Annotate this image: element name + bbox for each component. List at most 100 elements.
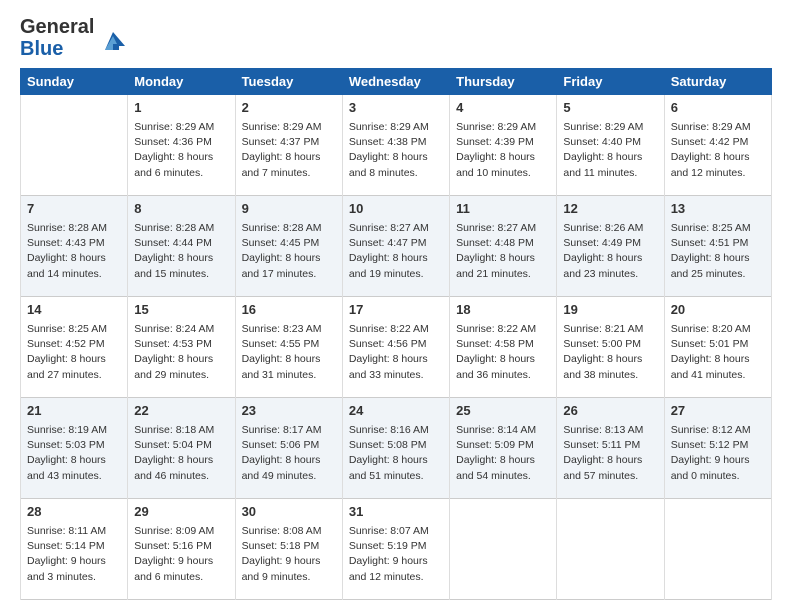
cell-sunrise: Sunrise: 8:20 AM [671, 322, 765, 337]
cell-day-number: 3 [349, 99, 443, 118]
cell-sunrise: Sunrise: 8:23 AM [242, 322, 336, 337]
calendar-cell: 28Sunrise: 8:11 AMSunset: 5:14 PMDayligh… [21, 499, 128, 600]
cell-day-number: 27 [671, 402, 765, 421]
cell-sunrise: Sunrise: 8:28 AM [134, 221, 228, 236]
cell-day-number: 13 [671, 200, 765, 219]
calendar-row: 21Sunrise: 8:19 AMSunset: 5:03 PMDayligh… [21, 398, 772, 499]
cell-day-number: 11 [456, 200, 550, 219]
calendar-cell: 19Sunrise: 8:21 AMSunset: 5:00 PMDayligh… [557, 297, 664, 398]
cell-daylight: Daylight: 8 hours and 51 minutes. [349, 453, 443, 483]
cell-sunrise: Sunrise: 8:27 AM [456, 221, 550, 236]
cell-day-number: 10 [349, 200, 443, 219]
cell-sunrise: Sunrise: 8:29 AM [671, 120, 765, 135]
cell-sunrise: Sunrise: 8:09 AM [134, 524, 228, 539]
cell-daylight: Daylight: 8 hours and 17 minutes. [242, 251, 336, 281]
calendar-cell: 24 Sunrise: 8:16 AMSunset: 5:08 PMDayligh… [342, 398, 449, 499]
cell-sunrise: Sunrise: 8:18 AM [134, 423, 228, 438]
cell-day-number: 12 [563, 200, 657, 219]
cell-sunrise: Sunrise: 8:27 AM [349, 221, 443, 236]
cell-day-number: 6 [671, 99, 765, 118]
calendar-cell: 3Sunrise: 8:29 AMSunset: 4:38 PMDaylight… [342, 95, 449, 196]
cell-day-number: 16 [242, 301, 336, 320]
cell-daylight: Daylight: 9 hours and 9 minutes. [242, 554, 336, 584]
cell-daylight: Daylight: 8 hours and 12 minutes. [671, 150, 765, 180]
calendar-cell: 9Sunrise: 8:28 AMSunset: 4:45 PMDaylight… [235, 196, 342, 297]
cell-day-number: 22 [134, 402, 228, 421]
col-thursday: Thursday [450, 69, 557, 95]
cell-sunrise: Sunrise: 8:22 AM [456, 322, 550, 337]
cell-daylight: Daylight: 8 hours and 6 minutes. [134, 150, 228, 180]
cell-sunset: Sunset: 4:49 PM [563, 236, 657, 251]
cell-sunset: Sunset: 4:53 PM [134, 337, 228, 352]
cell-daylight: Daylight: 8 hours and 19 minutes. [349, 251, 443, 281]
cell-day-number: 24 [349, 402, 443, 421]
cell-daylight: Daylight: 8 hours and 46 minutes. [134, 453, 228, 483]
cell-daylight: Daylight: 9 hours and 12 minutes. [349, 554, 443, 584]
calendar-cell: 2Sunrise: 8:29 AMSunset: 4:37 PMDaylight… [235, 95, 342, 196]
cell-sunset: Sunset: 4:51 PM [671, 236, 765, 251]
cell-sunrise: Sunrise: 8:29 AM [563, 120, 657, 135]
calendar-page: General Blue Sunday Monday Tuesday Wedne… [0, 0, 792, 612]
calendar-cell: 22Sunrise: 8:18 AMSunset: 5:04 PMDayligh… [128, 398, 235, 499]
logo-line1: General [20, 16, 94, 38]
calendar-cell: 7Sunrise: 8:28 AMSunset: 4:43 PMDaylight… [21, 196, 128, 297]
cell-sunrise: Sunrise: 8:16 AM [349, 423, 443, 438]
cell-sunrise: Sunrise: 8:14 AM [456, 423, 550, 438]
cell-sunrise: Sunrise: 8:24 AM [134, 322, 228, 337]
cell-daylight: Daylight: 8 hours and 21 minutes. [456, 251, 550, 281]
cell-day-number: 2 [242, 99, 336, 118]
cell-daylight: Daylight: 9 hours and 6 minutes. [134, 554, 228, 584]
cell-sunrise: Sunrise: 8:28 AM [27, 221, 121, 236]
cell-day-number: 5 [563, 99, 657, 118]
calendar-cell: 20Sunrise: 8:20 AMSunset: 5:01 PMDayligh… [664, 297, 771, 398]
cell-sunrise: Sunrise: 8:12 AM [671, 423, 765, 438]
cell-sunset: Sunset: 4:48 PM [456, 236, 550, 251]
calendar-cell: 17Sunrise: 8:22 AMSunset: 4:56 PMDayligh… [342, 297, 449, 398]
cell-sunrise: Sunrise: 8:29 AM [456, 120, 550, 135]
cell-sunset: Sunset: 4:44 PM [134, 236, 228, 251]
cell-sunset: Sunset: 5:09 PM [456, 438, 550, 453]
cell-day-number: 14 [27, 301, 121, 320]
cell-day-number: 23 [242, 402, 336, 421]
cell-day-number: 19 [563, 301, 657, 320]
logo-line2: Blue [20, 38, 94, 60]
cell-daylight: Daylight: 9 hours and 3 minutes. [27, 554, 121, 584]
cell-sunset: Sunset: 5:01 PM [671, 337, 765, 352]
cell-sunrise: Sunrise: 8:13 AM [563, 423, 657, 438]
cell-sunset: Sunset: 5:03 PM [27, 438, 121, 453]
cell-day-number: 7 [27, 200, 121, 219]
calendar-cell: 21Sunrise: 8:19 AMSunset: 5:03 PMDayligh… [21, 398, 128, 499]
calendar-cell: 12Sunrise: 8:26 AMSunset: 4:49 PMDayligh… [557, 196, 664, 297]
calendar-row: 7Sunrise: 8:28 AMSunset: 4:43 PMDaylight… [21, 196, 772, 297]
cell-daylight: Daylight: 8 hours and 33 minutes. [349, 352, 443, 382]
calendar-cell: 18Sunrise: 8:22 AMSunset: 4:58 PMDayligh… [450, 297, 557, 398]
calendar-cell: 16Sunrise: 8:23 AMSunset: 4:55 PMDayligh… [235, 297, 342, 398]
calendar-cell [664, 499, 771, 600]
col-tuesday: Tuesday [235, 69, 342, 95]
cell-sunset: Sunset: 5:18 PM [242, 539, 336, 554]
cell-sunset: Sunset: 4:45 PM [242, 236, 336, 251]
cell-day-number: 30 [242, 503, 336, 522]
cell-sunset: Sunset: 5:14 PM [27, 539, 121, 554]
calendar-cell: 13Sunrise: 8:25 AMSunset: 4:51 PMDayligh… [664, 196, 771, 297]
cell-sunset: Sunset: 4:40 PM [563, 135, 657, 150]
cell-sunset: Sunset: 4:56 PM [349, 337, 443, 352]
cell-sunrise: Sunrise: 8:11 AM [27, 524, 121, 539]
col-monday: Monday [128, 69, 235, 95]
cell-day-number: 8 [134, 200, 228, 219]
calendar-cell: 14Sunrise: 8:25 AMSunset: 4:52 PMDayligh… [21, 297, 128, 398]
cell-sunset: Sunset: 5:11 PM [563, 438, 657, 453]
cell-sunrise: Sunrise: 8:21 AM [563, 322, 657, 337]
cell-day-number: 31 [349, 503, 443, 522]
cell-sunrise: Sunrise: 8:08 AM [242, 524, 336, 539]
cell-sunset: Sunset: 5:00 PM [563, 337, 657, 352]
cell-sunset: Sunset: 4:38 PM [349, 135, 443, 150]
logo-icon [97, 26, 129, 58]
cell-sunrise: Sunrise: 8:26 AM [563, 221, 657, 236]
cell-daylight: Daylight: 8 hours and 25 minutes. [671, 251, 765, 281]
calendar-cell: 6Sunrise: 8:29 AMSunset: 4:42 PMDaylight… [664, 95, 771, 196]
calendar-row: 1Sunrise: 8:29 AMSunset: 4:36 PMDaylight… [21, 95, 772, 196]
cell-daylight: Daylight: 8 hours and 8 minutes. [349, 150, 443, 180]
cell-day-number: 1 [134, 99, 228, 118]
cell-sunset: Sunset: 5:08 PM [349, 438, 443, 453]
